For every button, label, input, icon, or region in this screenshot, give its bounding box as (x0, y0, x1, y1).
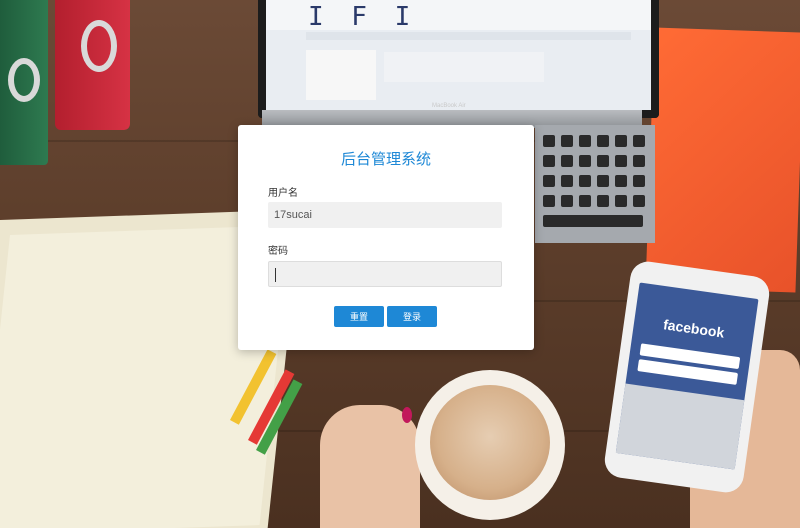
laptop-screen: I F I (258, 0, 659, 118)
login-card: 后台管理系统 (238, 125, 534, 350)
binder-ring (81, 20, 117, 72)
username-input[interactable] (268, 202, 502, 228)
password-label: 密码 (268, 246, 288, 257)
reset-button[interactable]: 重置 (334, 306, 384, 327)
laptop-site-logo: I F I (308, 2, 417, 32)
login-title: 后台管理系统 (340, 150, 431, 168)
green-binder (0, 0, 48, 165)
password-input[interactable] (268, 261, 502, 287)
phone-keyboard (615, 383, 745, 470)
orange-folder (645, 27, 800, 293)
laptop-topbar: I F I (266, 0, 651, 32)
login-button[interactable]: 登录 (387, 306, 437, 327)
fingernail (402, 407, 412, 423)
left-hand (320, 405, 420, 528)
laptop-content (384, 52, 544, 82)
text-caret (275, 268, 276, 282)
laptop-nav (306, 32, 631, 40)
phone-screen: facebook (615, 282, 759, 470)
laptop-brand: MacBook Air (432, 103, 466, 109)
laptop-keyboard (535, 125, 655, 243)
binder-ring (8, 58, 40, 102)
red-binder (55, 0, 130, 130)
facebook-logo: facebook (662, 316, 726, 341)
username-label: 用户名 (268, 188, 298, 199)
laptop-sidebar (306, 50, 376, 100)
coffee (430, 385, 550, 500)
